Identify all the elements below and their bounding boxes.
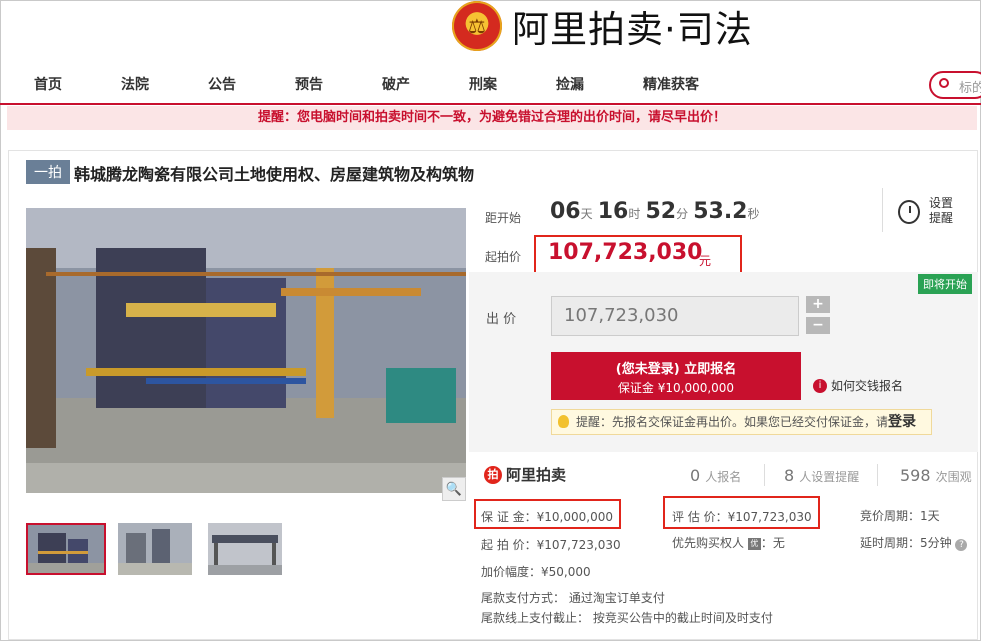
alibaba-auction-logo-icon: 拍: [484, 465, 502, 484]
login-tip: 提醒：先报名交保证金再出价。如果您已经交付保证金，请登录: [551, 409, 932, 435]
reminder-count-label: 人设置提醒: [799, 470, 860, 484]
search-icon: [939, 78, 949, 88]
signup-button-label: (您未登录) 立即报名: [615, 362, 737, 377]
thumbnail-2[interactable]: [118, 523, 198, 575]
countdown-minutes: 52: [645, 199, 677, 224]
final-payment-method: 尾款支付方式： 通过淘宝订单支付: [481, 591, 665, 605]
countdown-seconds: 53.2: [693, 199, 748, 224]
search-input[interactable]: 标的: [929, 71, 981, 99]
countdown-days: 06: [550, 199, 581, 224]
nav-item-notice[interactable]: 公告: [208, 74, 236, 94]
logo-text: 阿里拍卖·司法: [512, 8, 753, 51]
lightbulb-icon: [558, 415, 569, 428]
countdown-label: 距开始: [485, 211, 522, 225]
site-logo[interactable]: ⚖ 阿里拍卖·司法: [452, 0, 753, 52]
bid-amount-input[interactable]: 107,723,030: [551, 296, 799, 336]
login-tip-text: 提醒：先报名交保证金再出价。如果您已经交付保证金，请: [576, 415, 889, 429]
nav-divider: [0, 103, 981, 105]
main-nav: 首页 法院 公告 预告 破产 刑案 捡漏 精准获客: [0, 66, 981, 102]
signup-button[interactable]: (您未登录) 立即报名 保证金 ¥10,000,000: [551, 352, 801, 400]
bid-decrease-button[interactable]: −: [806, 317, 830, 334]
status-badge: 即将开始: [918, 274, 972, 294]
login-link[interactable]: 登录: [888, 414, 916, 430]
help-icon[interactable]: ?: [955, 539, 968, 551]
nav-item-preview[interactable]: 预告: [295, 74, 323, 94]
info-icon: i: [813, 378, 827, 393]
item-main-photo[interactable]: [26, 208, 466, 493]
nav-item-criminal[interactable]: 刑案: [469, 74, 497, 94]
appraisal-info: 评 估 价：¥107,723,030: [672, 510, 812, 524]
reminder-label-1: 设置: [929, 196, 954, 210]
nav-item-court[interactable]: 法院: [121, 74, 149, 94]
countdown-timer: 06天 16时 52分 53.2秒: [550, 199, 760, 224]
countdown-seconds-unit: 秒: [747, 207, 760, 221]
thumbnail-1[interactable]: [26, 523, 106, 575]
countdown-hours-unit: 时: [628, 207, 641, 221]
priority-icon: 优: [747, 537, 761, 550]
thumbnail-1-image: [28, 525, 104, 573]
stat-divider: [764, 464, 765, 486]
start-price-value: 107,723,030: [548, 240, 703, 265]
reminder-divider: [882, 188, 883, 232]
priority-buyer-value: ：无: [760, 536, 785, 550]
set-reminder-button[interactable]: 设置 提醒: [898, 196, 953, 226]
priority-buyer-info: 优先购买权人 优：无: [672, 534, 785, 551]
thumbnail-3-image: [208, 523, 282, 575]
nav-item-home[interactable]: 首页: [34, 74, 62, 94]
bid-label: 出 价: [486, 312, 517, 327]
view-count-label: 次围观: [935, 470, 972, 484]
how-to-pay-text: 如何交钱报名: [831, 379, 904, 393]
bidding-cycle-info: 竞价周期：1天: [860, 509, 940, 523]
bid-increase-button[interactable]: +: [806, 296, 830, 313]
nav-item-bankruptcy[interactable]: 破产: [382, 74, 410, 94]
signup-count: 0 人报名: [690, 466, 741, 485]
signup-count-label: 人报名: [705, 470, 742, 484]
industrial-plant-image: [26, 208, 466, 493]
view-count: 598 次围观: [900, 466, 972, 485]
thumbnail-2-image: [118, 523, 192, 575]
nav-item-bargain[interactable]: 捡漏: [556, 74, 584, 94]
brand-text: 阿里拍卖: [506, 466, 567, 484]
countdown-hours: 16: [597, 199, 629, 224]
round-tag: 一拍: [26, 160, 70, 184]
how-to-pay-link[interactable]: i 如何交钱报名: [813, 377, 903, 394]
item-title-bar: 一拍 韩城腾龙陶瓷有限公司土地使用权、房屋建筑物及构筑物: [26, 160, 474, 184]
nav-item-precise-leads[interactable]: 精准获客: [643, 74, 699, 94]
countdown-minutes-unit: 分: [676, 207, 689, 221]
time-mismatch-notice: 提醒：您电脑时间和拍卖时间不一致，为避免错过合理的出价时间，请尽早出价！: [7, 106, 977, 130]
alarm-clock-icon: [898, 200, 920, 224]
view-count-value: 598: [900, 466, 931, 485]
increment-info: 加价幅度：¥50,000: [481, 565, 591, 579]
signup-count-value: 0: [690, 466, 701, 485]
item-title: 韩城腾龙陶瓷有限公司土地使用权、房屋建筑物及构筑物: [74, 165, 475, 184]
search-placeholder: 标的: [959, 81, 981, 96]
stat-divider: [877, 464, 878, 486]
reminder-label-2: 提醒: [929, 211, 954, 225]
reminder-count-value: 8: [784, 466, 795, 485]
court-emblem-icon: ⚖: [452, 1, 502, 51]
alibaba-auction-brand: 拍 阿里拍卖: [484, 464, 566, 485]
start-price-label: 起拍价: [485, 250, 522, 264]
delay-cycle-text: 延时周期：5分钟: [860, 536, 952, 550]
countdown-days-unit: 天: [580, 207, 593, 221]
start-price-info: 起 拍 价：¥107,723,030: [481, 538, 621, 552]
thumbnail-3[interactable]: [208, 523, 288, 575]
delay-cycle-info: 延时周期：5分钟 ?: [860, 534, 968, 551]
zoom-icon[interactable]: 🔍: [442, 477, 466, 501]
priority-buyer-label: 优先购买权人: [672, 536, 745, 550]
reminder-count: 8 人设置提醒: [784, 466, 859, 485]
start-price-unit: 元: [699, 254, 712, 268]
final-payment-deadline: 尾款线上支付截止： 按竞买公告中的截止时间及时支付: [481, 611, 773, 625]
deposit-info: 保 证 金：¥10,000,000: [481, 510, 613, 524]
signup-deposit-label: 保证金 ¥10,000,000: [617, 381, 735, 395]
